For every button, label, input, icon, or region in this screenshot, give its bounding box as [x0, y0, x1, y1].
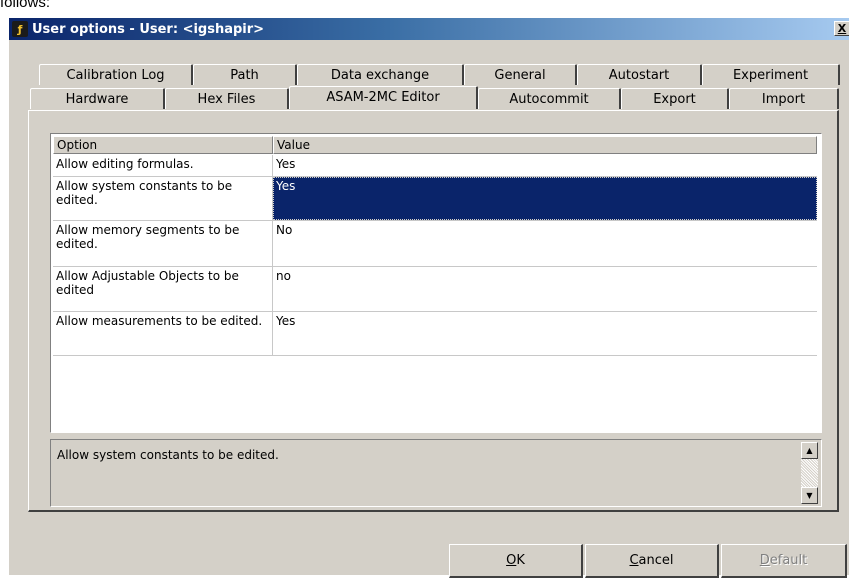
option-cell: Allow memory segments to be edited.	[53, 221, 273, 266]
window-title: User options - User: <igshapir>	[32, 21, 265, 37]
grid-header: Option Value	[53, 136, 817, 154]
tab-data-exchange[interactable]: Data exchange	[297, 64, 464, 85]
column-header-option[interactable]: Option	[53, 136, 273, 154]
option-description-box: Allow system constants to be edited. ▲ ▼	[50, 439, 822, 507]
value-cell[interactable]: no	[273, 267, 817, 311]
default-button[interactable]: Default	[721, 544, 847, 578]
ok-button[interactable]: OK	[449, 544, 583, 578]
value-cell[interactable]: Yes	[273, 312, 817, 355]
close-button[interactable]: X	[834, 21, 849, 36]
option-cell: Allow Adjustable Objects to be edited	[53, 267, 273, 311]
table-row[interactable]: Allow editing formulas. Yes	[53, 155, 817, 177]
tab-asam-2mc-editor[interactable]: ASAM-2MC Editor	[289, 86, 478, 109]
app-icon: ƒ	[12, 21, 28, 37]
option-cell: Allow measurements to be edited.	[53, 312, 273, 355]
scroll-down-arrow-icon[interactable]: ▼	[801, 487, 818, 504]
value-cell-selected[interactable]: Yes	[273, 177, 817, 220]
option-cell: Allow editing formulas.	[53, 155, 273, 176]
asam-2mc-editor-panel: Option Value Allow editing formulas. Yes…	[28, 110, 839, 512]
tab-autocommit[interactable]: Autocommit	[478, 88, 621, 109]
tab-experiment[interactable]: Experiment	[702, 64, 840, 85]
options-grid: Option Value Allow editing formulas. Yes…	[50, 133, 822, 433]
title-bar[interactable]: ƒ User options - User: <igshapir> X	[9, 18, 849, 40]
tab-import[interactable]: Import	[729, 88, 839, 109]
table-row[interactable]: Allow system constants to be edited. Yes	[53, 177, 817, 221]
tab-autostart[interactable]: Autostart	[577, 64, 702, 85]
tab-calibration-log[interactable]: Calibration Log	[39, 64, 193, 85]
background-text-fragment: follows:	[0, 0, 51, 11]
value-cell[interactable]: No	[273, 221, 817, 266]
tab-hardware[interactable]: Hardware	[30, 88, 165, 109]
value-cell[interactable]: Yes	[273, 155, 817, 176]
option-cell: Allow system constants to be edited.	[53, 177, 273, 220]
option-description: Allow system constants to be edited.	[57, 448, 279, 462]
user-options-dialog: ƒ User options - User: <igshapir> X Cali…	[8, 17, 849, 578]
scroll-up-arrow-icon[interactable]: ▲	[801, 442, 818, 459]
column-header-value[interactable]: Value	[273, 136, 817, 154]
tab-general[interactable]: General	[464, 64, 577, 85]
tab-hex-files[interactable]: Hex Files	[165, 88, 289, 109]
cancel-button[interactable]: Cancel	[585, 544, 719, 578]
description-scrollbar[interactable]: ▲ ▼	[801, 442, 818, 504]
tab-path[interactable]: Path	[193, 64, 297, 85]
tab-export[interactable]: Export	[621, 88, 729, 109]
table-row[interactable]: Allow Adjustable Objects to be edited no	[53, 267, 817, 312]
table-row[interactable]: Allow measurements to be edited. Yes	[53, 312, 817, 356]
table-row[interactable]: Allow memory segments to be edited. No	[53, 221, 817, 267]
